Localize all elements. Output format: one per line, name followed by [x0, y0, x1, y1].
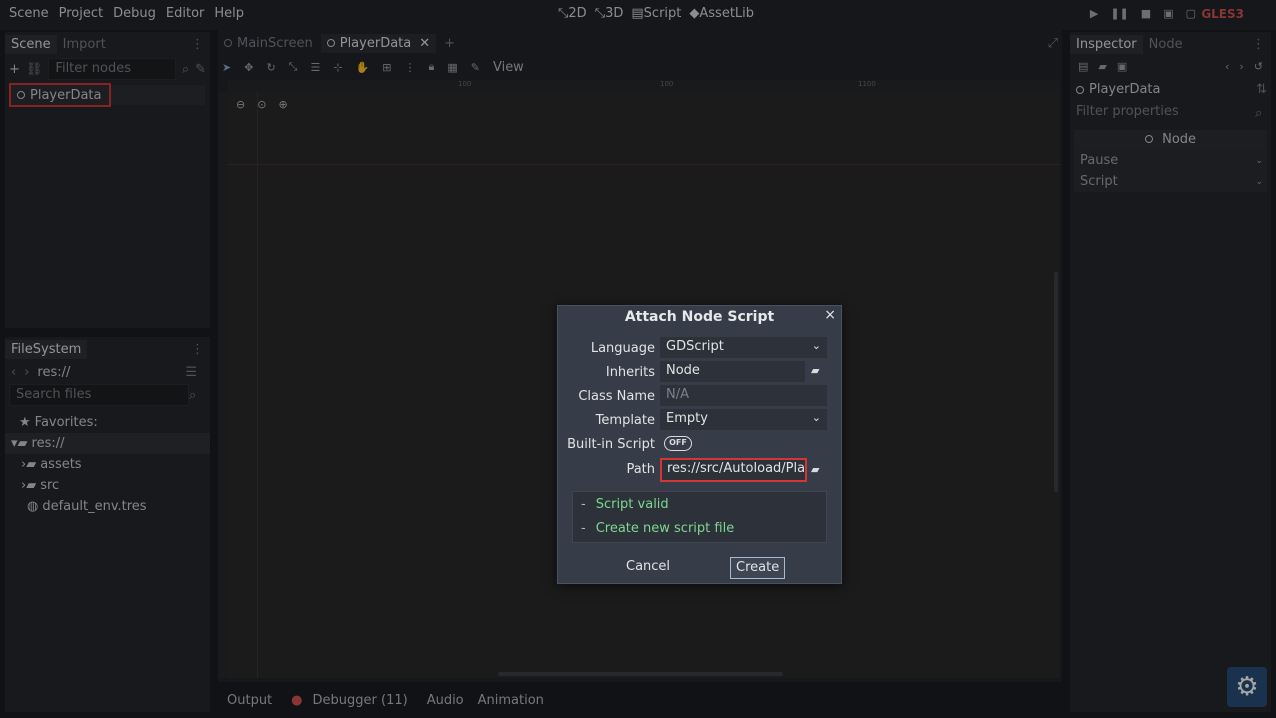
language-select[interactable]: GDScript ⌄	[660, 337, 827, 358]
status-text: Create new script file	[595, 521, 735, 536]
builtin-script-label: Built-in Script	[567, 437, 655, 452]
class-name-label: Class Name	[578, 389, 655, 404]
template-value: Empty	[666, 411, 708, 426]
cancel-button[interactable]: Cancel	[621, 557, 675, 579]
close-icon[interactable]: ×	[824, 307, 836, 323]
template-label: Template	[595, 413, 655, 428]
create-button[interactable]: Create	[730, 557, 786, 579]
status-script-valid: - Script valid	[581, 497, 669, 512]
language-value: GDScript	[666, 339, 724, 354]
status-create-file: - Create new script file	[581, 521, 735, 536]
dialog-title: Attach Node Script	[624, 309, 775, 325]
attach-node-script-dialog: Attach Node Script × Language GDScript ⌄…	[557, 305, 842, 584]
inherits-label: Inherits	[605, 365, 655, 380]
class-name-input[interactable]: N/A	[660, 385, 827, 406]
builtin-script-toggle[interactable]: OFF	[664, 436, 692, 451]
status-text: Script valid	[595, 497, 669, 512]
folder-icon[interactable]: ▰	[811, 463, 819, 476]
path-label: Path	[626, 462, 655, 477]
template-select[interactable]: Empty ⌄	[660, 409, 827, 430]
chevron-down-icon: ⌄	[811, 339, 821, 352]
path-input[interactable]: res://src/Autoload/Play	[660, 458, 807, 482]
inherits-input[interactable]: Node	[660, 361, 805, 382]
language-label: Language	[590, 341, 655, 356]
folder-icon[interactable]: ▰	[811, 364, 819, 377]
status-panel: - Script valid - Create new script file	[572, 491, 827, 543]
chevron-down-icon: ⌄	[811, 411, 821, 424]
